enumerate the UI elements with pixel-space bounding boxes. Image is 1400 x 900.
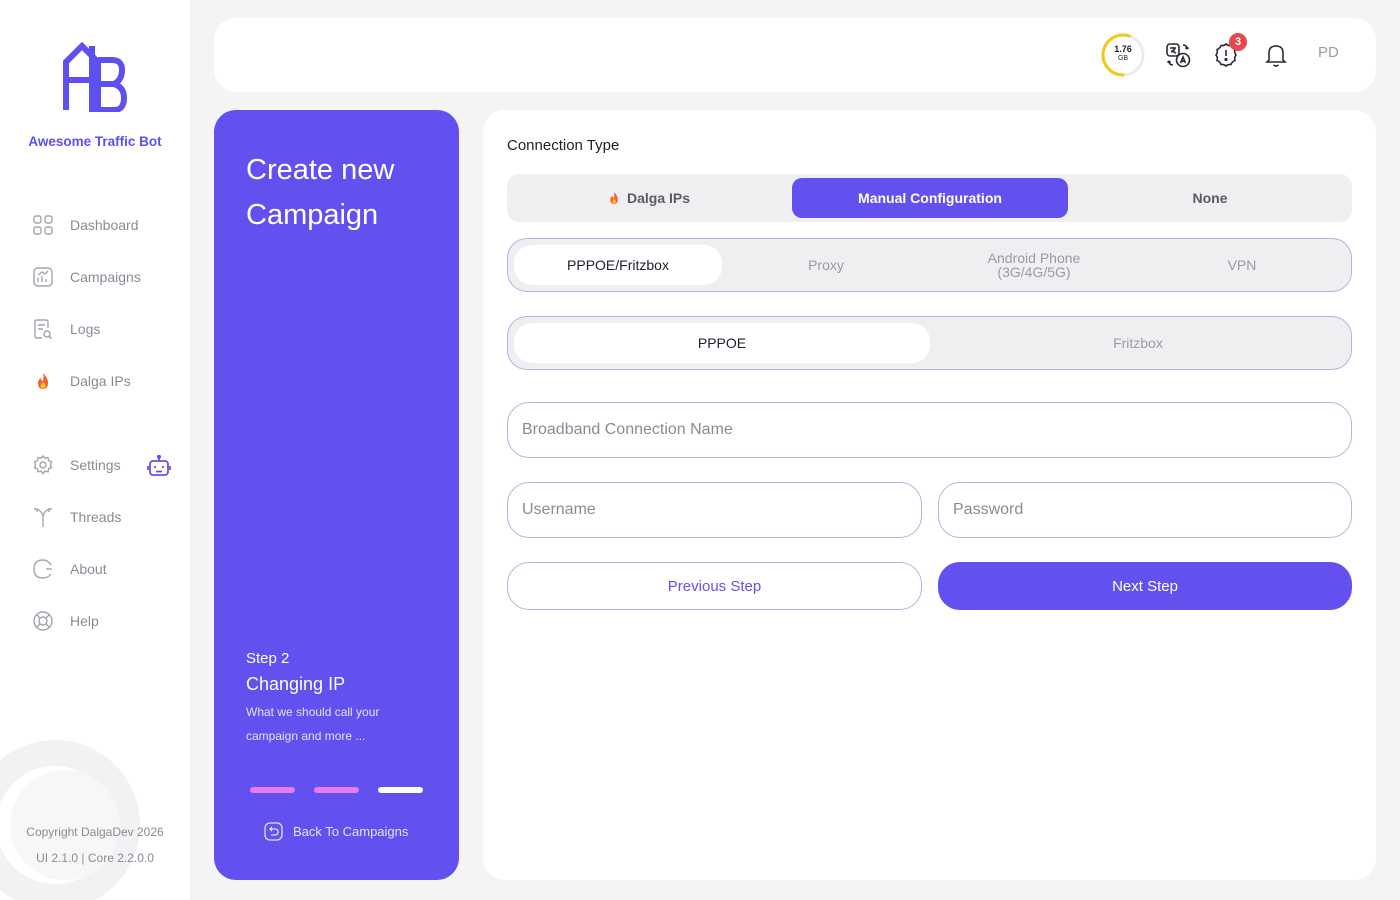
robot-icon[interactable]: [147, 455, 171, 477]
tab-dalga-ips[interactable]: Dalga IPs: [511, 178, 787, 218]
translate-icon[interactable]: [1165, 42, 1191, 68]
logs-icon: [32, 318, 54, 340]
option-fritzbox[interactable]: Fritzbox: [930, 323, 1346, 363]
about-icon: [32, 558, 54, 580]
copyright-text: Copyright DalgaDev 2026: [26, 825, 164, 839]
version-text: UI 2.1.0 | Core 2.2.0.0: [36, 851, 154, 865]
sidebar: Awesome Traffic Bot Dashboard Campaigns …: [0, 0, 190, 900]
method-selector: PPPOE/Fritzbox Proxy Android Phone (3G/4…: [507, 238, 1352, 292]
avatar[interactable]: PD: [1318, 44, 1339, 61]
wizard-step-panel: Create new Campaign Step 2 Changing IP W…: [214, 110, 459, 880]
sidebar-item-label: Campaigns: [70, 269, 141, 285]
connection-name-input[interactable]: [507, 402, 1352, 458]
usage-readout: 1.76 GB: [1100, 45, 1146, 63]
tab-none[interactable]: None: [1072, 178, 1348, 218]
username-input[interactable]: [507, 482, 922, 538]
submethod-selector: PPPOE Fritzbox: [507, 316, 1352, 370]
tab-manual-configuration[interactable]: Manual Configuration: [792, 178, 1068, 218]
sidebar-item-label: Dalga IPs: [70, 373, 131, 389]
bell-icon[interactable]: [1263, 42, 1289, 68]
fire-icon: [610, 192, 618, 204]
sidebar-item-dashboard[interactable]: Dashboard: [32, 212, 139, 238]
option-android-phone[interactable]: Android Phone (3G/4G/5G): [930, 245, 1138, 285]
step-description: What we should call your campaign and mo…: [246, 705, 380, 743]
back-label: Back To Campaigns: [293, 824, 409, 839]
option-label: Android Phone: [987, 250, 1081, 266]
step-number: Step 2: [246, 650, 290, 667]
sidebar-item-label: Logs: [70, 321, 101, 337]
fire-icon: [32, 370, 54, 392]
previous-step-button[interactable]: Previous Step: [507, 562, 922, 610]
help-lifebuoy-icon: [32, 610, 54, 632]
option-vpn[interactable]: VPN: [1138, 245, 1346, 285]
step-indicator: [378, 787, 423, 793]
option-label: Proxy: [808, 257, 844, 273]
gear-icon: [32, 454, 54, 476]
option-label: PPPOE/Fritzbox: [567, 257, 669, 273]
tab-label: None: [1192, 190, 1228, 206]
alert-count-badge: 3: [1229, 33, 1247, 51]
option-label: PPPOE: [697, 335, 747, 351]
sidebar-item-settings[interactable]: Settings: [32, 452, 121, 478]
sidebar-item-about[interactable]: About: [32, 556, 107, 582]
sidebar-item-campaigns[interactable]: Campaigns: [32, 264, 141, 290]
sidebar-item-label: Settings: [70, 457, 121, 473]
top-bar: 1.76 GB 3 PD: [214, 18, 1376, 92]
sidebar-item-label: About: [70, 561, 107, 577]
sidebar-item-threads[interactable]: Threads: [32, 504, 121, 530]
next-step-button[interactable]: Next Step: [938, 562, 1352, 610]
brand-name: Awesome Traffic Bot: [28, 134, 162, 149]
tab-label: Dalga IPs: [626, 190, 691, 206]
page-title: Create new Campaign: [246, 154, 395, 231]
connection-type-label: Connection Type: [507, 137, 620, 154]
usage-value: 1.76: [1114, 44, 1132, 54]
password-input[interactable]: [938, 482, 1352, 538]
step-indicator: [314, 787, 359, 793]
step-indicator: [250, 787, 295, 793]
sidebar-item-logs[interactable]: Logs: [32, 316, 100, 342]
option-pppoe-fritzbox[interactable]: PPPOE/Fritzbox: [514, 245, 722, 285]
dashboard-grid-icon: [32, 214, 54, 236]
step-title: Changing IP: [246, 674, 346, 694]
sidebar-item-label: Help: [70, 613, 99, 629]
sidebar-item-dalga-ips[interactable]: Dalga IPs: [32, 368, 131, 394]
sidebar-item-label: Dashboard: [70, 217, 139, 233]
connection-type-selector: Dalga IPs Manual Configuration None: [507, 174, 1352, 222]
option-pppoe[interactable]: PPPOE: [514, 323, 930, 363]
connection-form-card: Connection Type Dalga IPs Manual Configu…: [483, 110, 1376, 880]
sidebar-item-help[interactable]: Help: [32, 608, 99, 634]
threads-icon: [32, 506, 54, 528]
back-to-campaigns-link[interactable]: Back To Campaigns: [264, 822, 408, 841]
option-label: VPN: [1227, 257, 1257, 273]
option-sublabel: (3G/4G/5G): [997, 264, 1071, 280]
option-label: Fritzbox: [1113, 335, 1163, 351]
option-proxy[interactable]: Proxy: [722, 245, 930, 285]
back-arrow-icon: [264, 822, 283, 841]
campaigns-chart-icon: [32, 266, 54, 288]
sidebar-item-label: Threads: [70, 509, 122, 525]
tab-label: Manual Configuration: [858, 190, 1002, 206]
brand-logo[interactable]: [62, 40, 128, 112]
usage-unit: GB: [1117, 55, 1129, 62]
